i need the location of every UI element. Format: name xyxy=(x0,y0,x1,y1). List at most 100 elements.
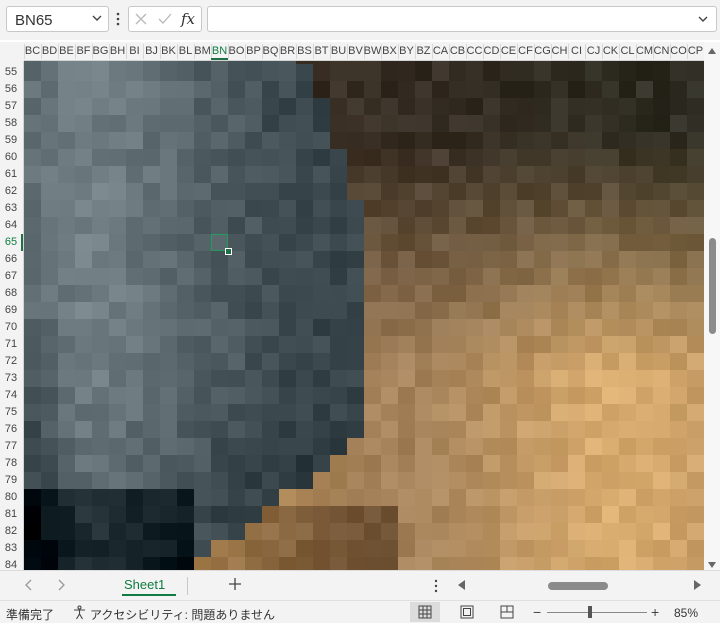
page-break-view-button[interactable] xyxy=(492,602,522,622)
column-label-cg[interactable]: CG xyxy=(534,45,551,57)
zoom-slider-track[interactable] xyxy=(547,612,647,613)
chevron-left-icon[interactable] xyxy=(24,579,34,591)
column-label-cl[interactable]: CL xyxy=(620,45,634,57)
column-label-ch[interactable]: CH xyxy=(552,45,568,57)
x-icon[interactable] xyxy=(134,12,148,26)
column-label-bk[interactable]: BK xyxy=(161,45,176,57)
column-label-by[interactable]: BY xyxy=(399,45,414,57)
column-label-ck[interactable]: CK xyxy=(603,45,618,57)
column-label-cj[interactable]: CJ xyxy=(587,45,600,57)
row-label-73[interactable]: 73 xyxy=(0,370,22,387)
row-label-61[interactable]: 61 xyxy=(0,166,22,183)
column-label-cd[interactable]: CD xyxy=(484,45,500,57)
row-label-70[interactable]: 70 xyxy=(0,319,22,336)
row-label-58[interactable]: 58 xyxy=(0,115,22,132)
zoom-slider-thumb[interactable] xyxy=(588,606,592,618)
check-icon[interactable] xyxy=(157,12,173,26)
column-label-bw[interactable]: BW xyxy=(364,45,382,57)
column-label-be[interactable]: BE xyxy=(59,45,74,57)
plus-icon[interactable] xyxy=(226,575,244,593)
row-label-67[interactable]: 67 xyxy=(0,268,22,285)
cell-grid[interactable] xyxy=(24,61,704,570)
row-label-72[interactable]: 72 xyxy=(0,353,22,370)
column-label-bm[interactable]: BM xyxy=(194,45,211,57)
column-label-bz[interactable]: BZ xyxy=(416,45,430,57)
column-label-cp[interactable]: CP xyxy=(688,45,703,57)
column-label-ce[interactable]: CE xyxy=(501,45,516,57)
row-label-57[interactable]: 57 xyxy=(0,98,22,115)
accessibility-status-text[interactable]: アクセシビリティ: 問題ありません xyxy=(90,606,275,623)
column-label-ca[interactable]: CA xyxy=(433,45,448,57)
column-label-bp[interactable]: BP xyxy=(246,45,261,57)
chevron-right-icon[interactable] xyxy=(56,579,66,591)
column-separator[interactable] xyxy=(568,44,569,59)
column-label-bx[interactable]: BX xyxy=(382,45,397,57)
scroll-right-icon[interactable] xyxy=(694,580,702,590)
column-label-bv[interactable]: BV xyxy=(348,45,363,57)
row-label-63[interactable]: 63 xyxy=(0,200,22,217)
column-label-co[interactable]: CO xyxy=(670,45,687,57)
more-vertical-icon[interactable] xyxy=(114,11,122,27)
select-all-corner[interactable] xyxy=(0,42,24,61)
column-label-bs[interactable]: BS xyxy=(297,45,312,57)
row-label-60[interactable]: 60 xyxy=(0,149,22,166)
column-label-br[interactable]: BR xyxy=(280,45,295,57)
row-label-56[interactable]: 56 xyxy=(0,81,22,98)
column-label-cf[interactable]: CF xyxy=(518,45,533,57)
row-label-68[interactable]: 68 xyxy=(0,285,22,302)
column-label-bi[interactable]: BI xyxy=(129,45,139,57)
column-label-bf[interactable]: BF xyxy=(76,45,90,57)
row-label-75[interactable]: 75 xyxy=(0,404,22,421)
column-label-bo[interactable]: BO xyxy=(229,45,245,57)
horizontal-scrollbar[interactable] xyxy=(455,578,704,594)
chevron-down-icon[interactable] xyxy=(696,12,710,26)
normal-view-button[interactable] xyxy=(410,602,440,622)
scroll-left-icon[interactable] xyxy=(457,580,465,590)
row-label-74[interactable]: 74 xyxy=(0,387,22,404)
column-label-bn[interactable]: BN xyxy=(212,45,227,57)
column-label-ci[interactable]: CI xyxy=(571,45,582,57)
column-label-cm[interactable]: CM xyxy=(636,45,653,57)
column-label-bq[interactable]: BQ xyxy=(263,45,279,57)
row-label-81[interactable]: 81 xyxy=(0,506,22,523)
row-label-82[interactable]: 82 xyxy=(0,523,22,540)
column-label-bh[interactable]: BH xyxy=(110,45,125,57)
column-label-bt[interactable]: BT xyxy=(314,45,328,57)
column-label-bu[interactable]: BU xyxy=(331,45,346,57)
row-label-65[interactable]: 65 xyxy=(0,234,22,251)
zoom-level[interactable]: 85% xyxy=(674,606,698,620)
row-label-80[interactable]: 80 xyxy=(0,489,22,506)
zoom-out-button[interactable]: − xyxy=(533,604,541,620)
column-separator[interactable] xyxy=(126,44,127,59)
column-label-cn[interactable]: CN xyxy=(654,45,670,57)
row-label-83[interactable]: 83 xyxy=(0,540,22,557)
chevron-down-icon[interactable] xyxy=(90,11,104,25)
column-label-bg[interactable]: BG xyxy=(93,45,109,57)
fill-handle[interactable] xyxy=(225,248,232,255)
row-label-71[interactable]: 71 xyxy=(0,336,22,353)
scroll-down-icon[interactable] xyxy=(708,562,716,568)
zoom-in-button[interactable]: + xyxy=(651,604,659,620)
row-label-69[interactable]: 69 xyxy=(0,302,22,319)
column-label-cb[interactable]: CB xyxy=(450,45,465,57)
column-label-bl[interactable]: BL xyxy=(179,45,192,57)
row-label-76[interactable]: 76 xyxy=(0,421,22,438)
column-label-bc[interactable]: BC xyxy=(25,45,40,57)
row-label-55[interactable]: 55 xyxy=(0,64,22,81)
name-box[interactable]: BN65 xyxy=(6,6,109,32)
scroll-up-icon[interactable] xyxy=(708,48,716,54)
row-label-79[interactable]: 79 xyxy=(0,472,22,489)
page-layout-view-button[interactable] xyxy=(452,602,482,622)
vertical-scroll-thumb[interactable] xyxy=(709,238,716,334)
formula-input[interactable] xyxy=(207,6,717,32)
row-label-84[interactable]: 84 xyxy=(0,557,22,570)
row-label-66[interactable]: 66 xyxy=(0,251,22,268)
horizontal-scroll-thumb[interactable] xyxy=(548,582,608,590)
column-separator[interactable] xyxy=(143,44,144,59)
column-label-bj[interactable]: BJ xyxy=(145,45,158,57)
row-label-64[interactable]: 64 xyxy=(0,217,22,234)
column-label-bd[interactable]: BD xyxy=(42,45,57,57)
sheet-tab[interactable]: Sheet1 xyxy=(114,573,184,598)
row-label-59[interactable]: 59 xyxy=(0,132,22,149)
row-label-78[interactable]: 78 xyxy=(0,455,22,472)
